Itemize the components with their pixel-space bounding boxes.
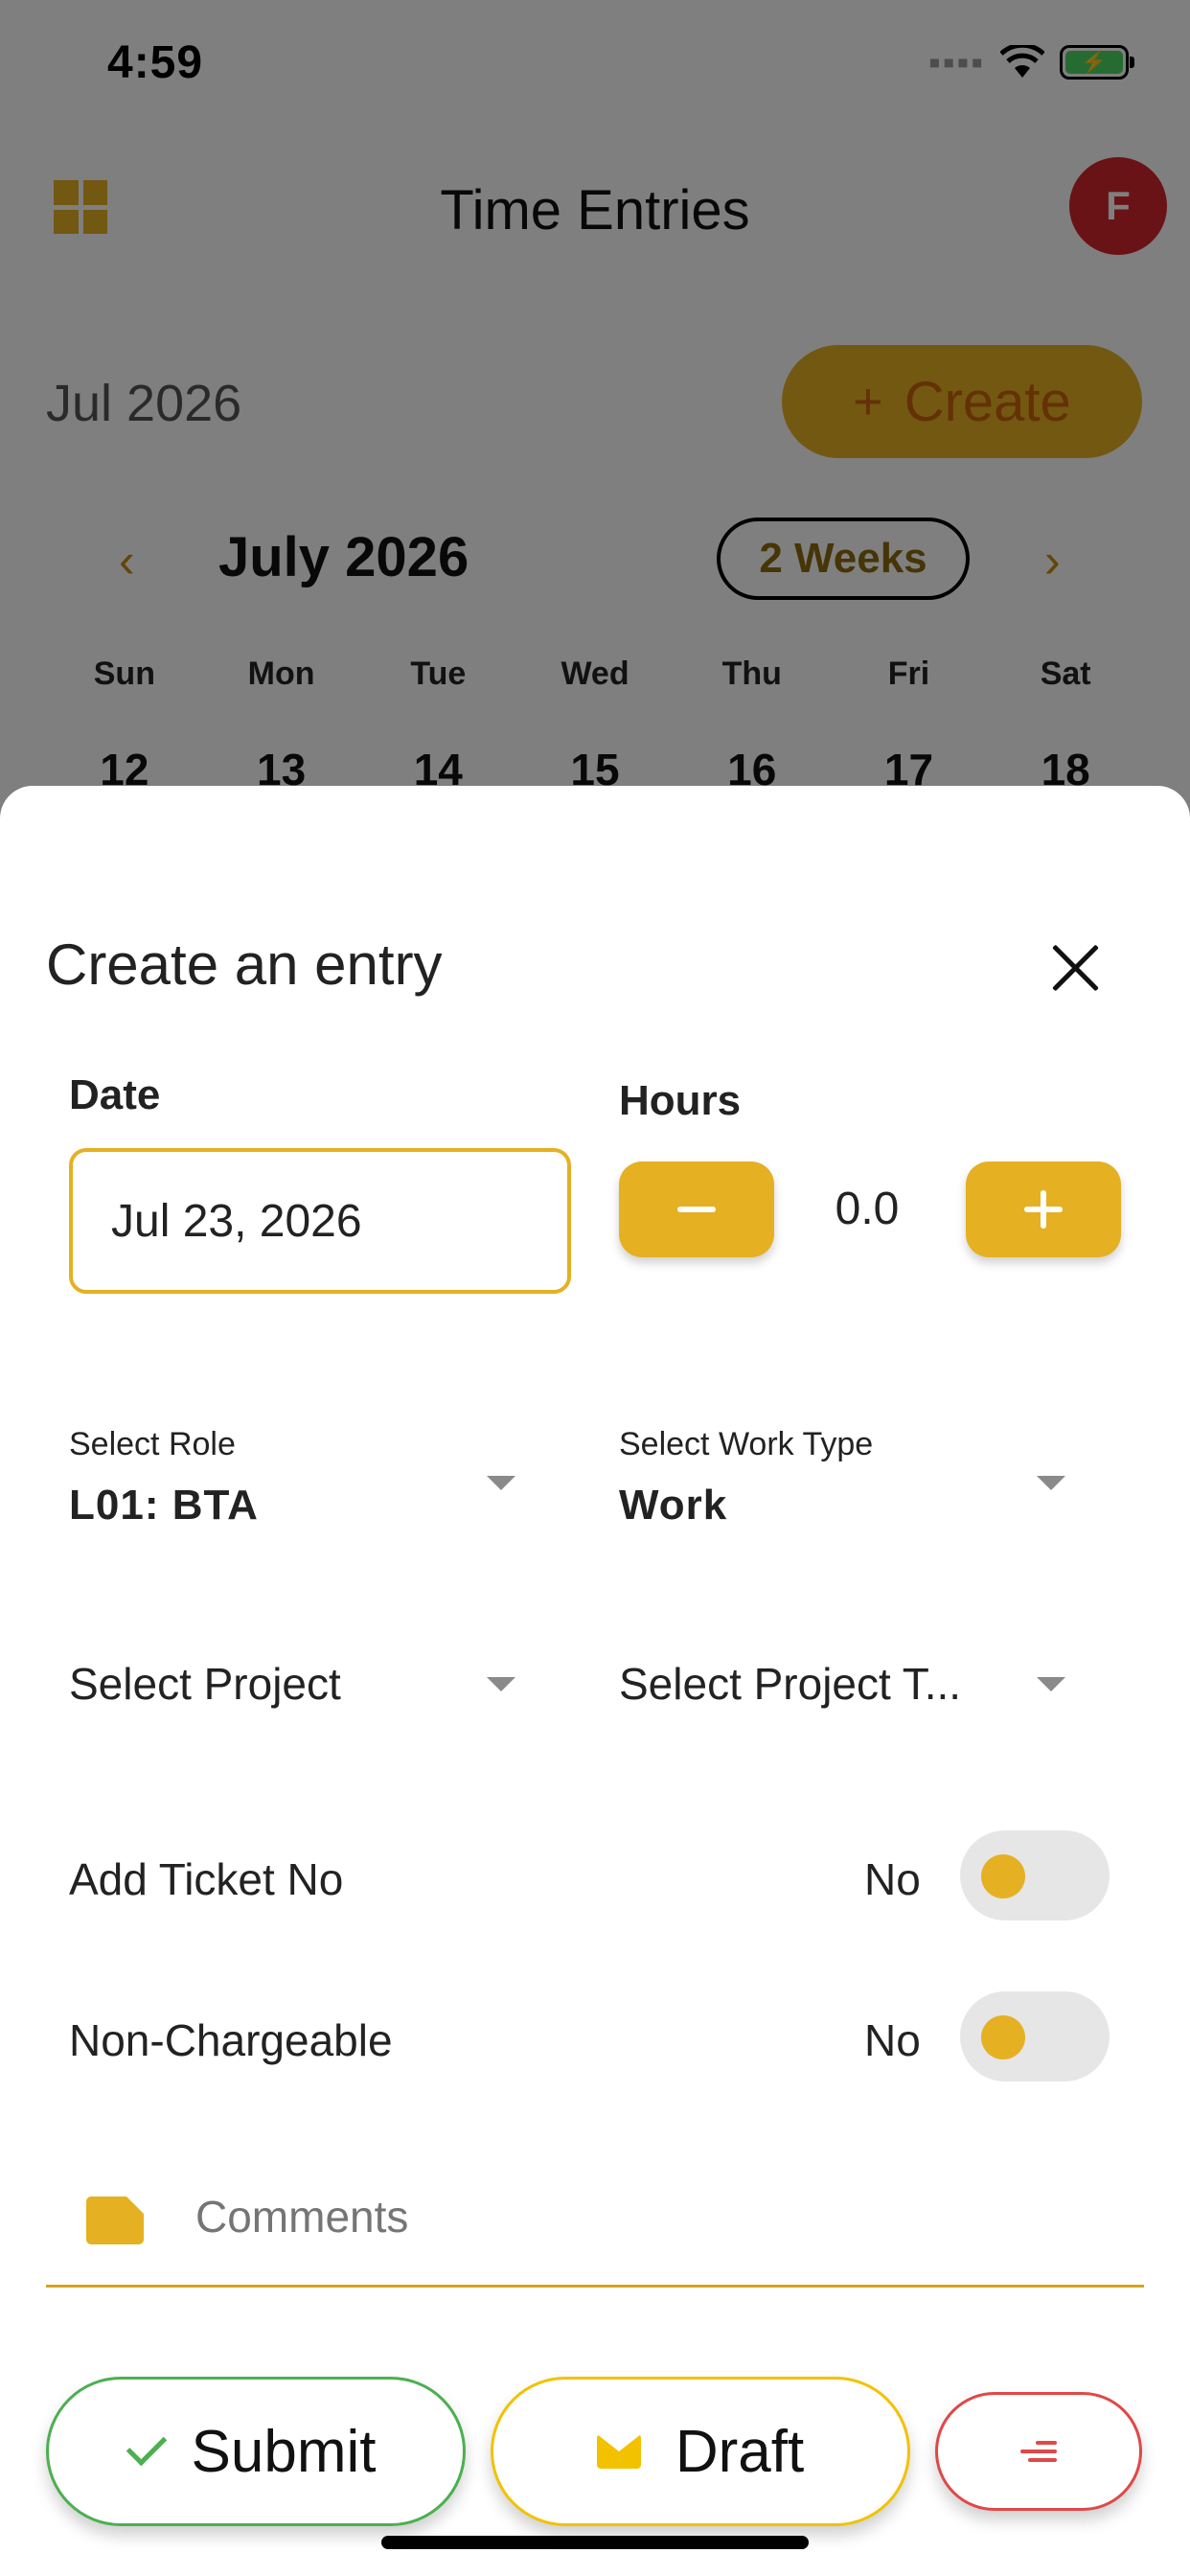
ticket-toggle-value: No [864, 1854, 921, 1904]
work-type-select-label: Select Work Type [619, 1426, 874, 1462]
note-icon [86, 2196, 144, 2244]
project-select-placeholder: Select Project [69, 1659, 341, 1709]
non-chargeable-toggle[interactable] [960, 1991, 1110, 2082]
caret-down-icon [1037, 1677, 1065, 1691]
work-type-select-value: Work [619, 1482, 728, 1529]
plus-icon [1024, 1190, 1063, 1229]
check-icon [126, 2425, 167, 2467]
submit-button[interactable]: Submit [46, 2377, 466, 2526]
date-value: Jul 23, 2026 [111, 1195, 362, 1247]
more-options-button[interactable] [935, 2392, 1142, 2511]
role-select-value: L01: BTA [69, 1482, 259, 1529]
caret-down-icon [487, 1677, 515, 1691]
close-icon[interactable] [1050, 943, 1100, 993]
date-field[interactable]: Jul 23, 2026 [69, 1148, 571, 1294]
decrease-hours-button[interactable] [619, 1162, 774, 1257]
comments-input[interactable] [195, 2191, 1115, 2242]
draft-button[interactable]: Draft [491, 2377, 910, 2526]
project-task-select-placeholder: Select Project T... [619, 1659, 962, 1709]
caret-down-icon [487, 1476, 515, 1490]
increase-hours-button[interactable] [966, 1162, 1121, 1257]
sheet-title: Create an entry [46, 932, 443, 997]
date-label: Date [69, 1071, 161, 1118]
hours-label: Hours [619, 1077, 742, 1124]
toggle-knob [981, 1854, 1025, 1898]
minus-icon [677, 1207, 716, 1212]
role-select-label: Select Role [69, 1426, 236, 1462]
home-indicator [381, 2536, 809, 2549]
envelope-icon [596, 2434, 641, 2469]
ticket-toggle[interactable] [960, 1830, 1110, 1920]
comments-underline [46, 2285, 1144, 2288]
ticket-label: Add Ticket No [69, 1854, 344, 1904]
non-chargeable-toggle-value: No [864, 2015, 921, 2065]
draft-button-label: Draft [675, 2418, 805, 2485]
toggle-knob [981, 2015, 1025, 2059]
submit-button-label: Submit [191, 2418, 377, 2485]
hours-value: 0.0 [835, 1184, 900, 1234]
caret-down-icon [1037, 1476, 1065, 1490]
non-chargeable-label: Non-Chargeable [69, 2015, 393, 2065]
menu-lines-icon [1020, 2441, 1057, 2462]
